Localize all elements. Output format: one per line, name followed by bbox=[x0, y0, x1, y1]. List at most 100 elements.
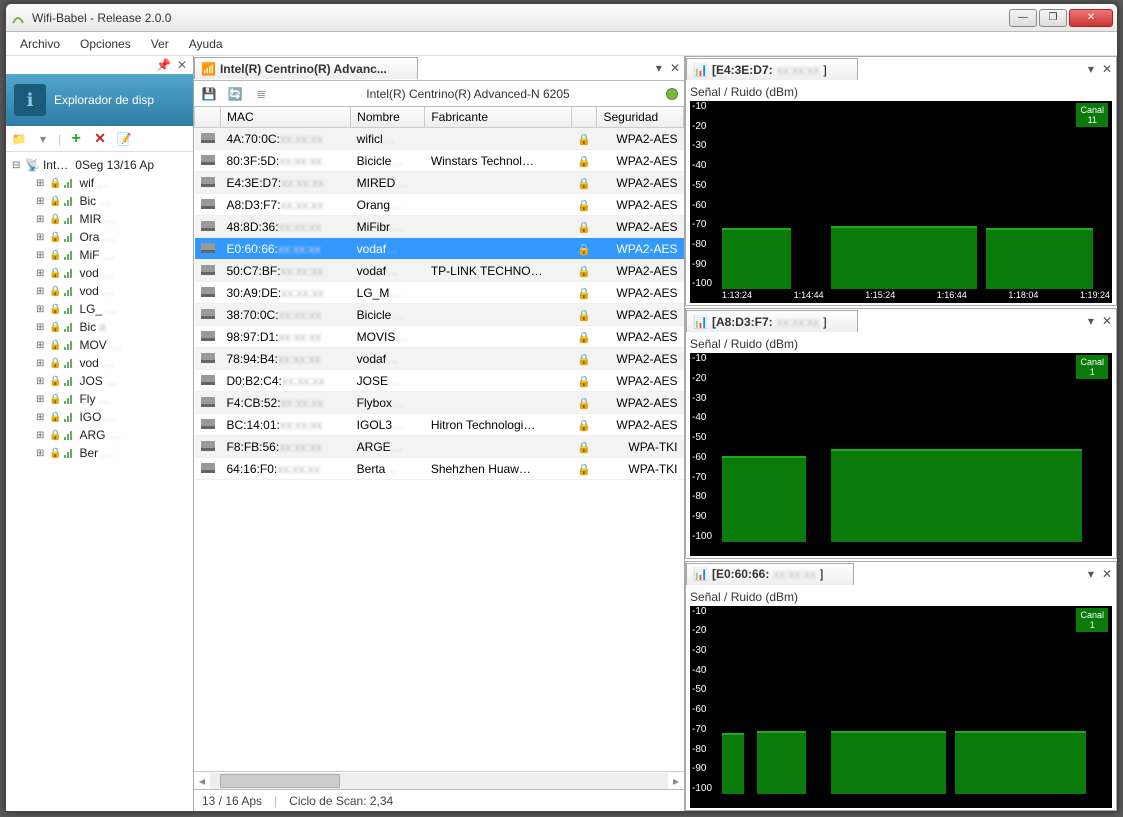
remove-button[interactable]: ✕ bbox=[91, 130, 109, 148]
folder-icon[interactable]: 📁 bbox=[10, 130, 28, 148]
tree-item[interactable]: ⊞🔒vod… bbox=[8, 282, 191, 300]
close-button[interactable]: ✕ bbox=[1069, 9, 1113, 27]
tree-item[interactable]: ⊞🔒MOV… bbox=[8, 336, 191, 354]
expand-icon[interactable]: ⊞ bbox=[36, 286, 46, 297]
table-row[interactable]: A8:D3:F7:xx:xx:xxOrang…🔒WPA2-AES bbox=[195, 194, 684, 216]
table-row[interactable]: 30:A9:DE:xx:xx:xxLG_M…🔒WPA2-AES bbox=[195, 282, 684, 304]
menu-opciones[interactable]: Opciones bbox=[72, 34, 139, 54]
tab-close-icon[interactable]: ✕ bbox=[1098, 567, 1116, 581]
minimize-button[interactable]: — bbox=[1009, 9, 1037, 27]
expand-icon[interactable]: ⊞ bbox=[36, 196, 46, 207]
expand-icon[interactable]: ⊞ bbox=[36, 340, 46, 351]
table-row[interactable]: 4A:70:0C:xx:xx:xxwificl…🔒WPA2-AES bbox=[195, 128, 684, 150]
tree-item[interactable]: ⊞🔒ARG… bbox=[8, 426, 191, 444]
table-row[interactable]: 80:3F:5D:xx:xx:xxBicicle…Winstars Techno… bbox=[195, 150, 684, 172]
expand-icon[interactable]: ⊞ bbox=[36, 394, 46, 405]
tree-root[interactable]: ⊟ 📡 Int… 0Seg 13/16 Ap bbox=[8, 156, 191, 174]
tree-item[interactable]: ⊞🔒vod… bbox=[8, 264, 191, 282]
expand-icon[interactable]: ⊞ bbox=[36, 178, 46, 189]
tab-close-icon[interactable]: ✕ bbox=[1098, 62, 1116, 76]
tab-dropdown-icon[interactable]: ▾ bbox=[652, 61, 666, 75]
tab-dropdown-icon[interactable]: ▾ bbox=[1084, 62, 1098, 76]
table-row[interactable]: D0:B2:C4:xx:xx:xxJOSE…🔒WPA2-AES bbox=[195, 370, 684, 392]
refresh-icon[interactable]: 🔄 bbox=[226, 85, 244, 103]
table-row[interactable]: 50:C7:BF:xx:xx:xxvodaf…TP-LINK TECHNO…🔒W… bbox=[195, 260, 684, 282]
tree-item[interactable]: ⊞🔒wif… bbox=[8, 174, 191, 192]
tree-item[interactable]: ⊞🔒vod… bbox=[8, 354, 191, 372]
tab-dropdown-icon[interactable]: ▾ bbox=[1084, 567, 1098, 581]
expand-icon[interactable]: ⊞ bbox=[36, 412, 46, 423]
menu-ver[interactable]: Ver bbox=[143, 34, 177, 54]
tree-item[interactable]: ⊞🔒Bic a bbox=[8, 318, 191, 336]
expand-icon[interactable]: ⊞ bbox=[36, 268, 46, 279]
titlebar[interactable]: Wifi-Babel - Release 2.0.0 — ❐ ✕ bbox=[6, 4, 1117, 32]
table-row[interactable]: 98:97:D1:xx:xx:xxMOVIS…🔒WPA2-AES bbox=[195, 326, 684, 348]
tree-item[interactable]: ⊞🔒JOS… bbox=[8, 372, 191, 390]
tree-item[interactable]: ⊞🔒LG_… bbox=[8, 300, 191, 318]
chart-area[interactable]: Canal11-10-20-30-40-50-60-70-80-90-1001:… bbox=[690, 101, 1112, 303]
expand-icon[interactable]: ⊞ bbox=[36, 376, 46, 387]
chart-tab[interactable]: 📊[E0:60:66:xx:xx:xx] bbox=[686, 563, 854, 585]
maximize-button[interactable]: ❐ bbox=[1039, 9, 1067, 27]
signal-icon bbox=[201, 419, 215, 429]
expand-icon[interactable]: ⊞ bbox=[36, 214, 46, 225]
table-row[interactable]: 64:16:F0:xx:xx:xxBerta…Shehzhen Huaw…🔒WP… bbox=[195, 458, 684, 480]
expand-icon[interactable]: ⊞ bbox=[36, 232, 46, 243]
table-row[interactable]: BC:14:01:xx:xx:xxIGOL3…Hitron Technologi… bbox=[195, 414, 684, 436]
col-nombre[interactable]: Nombre bbox=[351, 107, 425, 128]
edit-icon[interactable]: 📝 bbox=[115, 130, 133, 148]
table-row[interactable]: E0:60:66:xx:xx:xxvodaf…🔒WPA2-AES bbox=[195, 238, 684, 260]
chart-tab[interactable]: 📊[A8:D3:F7:xx:xx:xx] bbox=[686, 310, 858, 332]
tree-item[interactable]: ⊞🔒Bic… bbox=[8, 192, 191, 210]
dropdown-icon[interactable]: ▾ bbox=[34, 130, 52, 148]
lock-icon: 🔒 bbox=[577, 464, 591, 476]
chart-icon: 📊 bbox=[693, 567, 708, 581]
tree-item[interactable]: ⊞🔒IGO… bbox=[8, 408, 191, 426]
adapter-tab[interactable]: 📶 Intel(R) Centrino(R) Advanc... bbox=[194, 57, 418, 79]
chart-tab[interactable]: 📊[E4:3E:D7:xx:xx:xx] bbox=[686, 58, 858, 80]
table-row[interactable]: 78:94:B4:xx:xx:xxvodaf…🔒WPA2-AES bbox=[195, 348, 684, 370]
expand-icon[interactable]: ⊞ bbox=[36, 430, 46, 441]
expand-icon[interactable]: ⊞ bbox=[36, 358, 46, 369]
col-lock[interactable] bbox=[571, 107, 597, 128]
tree-item[interactable]: ⊞🔒Fly… bbox=[8, 390, 191, 408]
tab-close-icon[interactable]: ✕ bbox=[1098, 314, 1116, 328]
table-row[interactable]: 38:70:0C:xx:xx:xxBicicle…🔒WPA2-AES bbox=[195, 304, 684, 326]
expand-icon[interactable]: ⊞ bbox=[36, 448, 46, 459]
menu-archivo[interactable]: Archivo bbox=[12, 34, 68, 54]
add-button[interactable]: + bbox=[67, 130, 85, 148]
scrollbar-thumb[interactable] bbox=[220, 774, 340, 788]
table-row[interactable]: E4:3E:D7:xx:xx:xxMIRED…🔒WPA2-AES bbox=[195, 172, 684, 194]
table-row[interactable]: F8:FB:56:xx:xx:xxARGE…🔒WPA-TKI bbox=[195, 436, 684, 458]
tab-dropdown-icon[interactable]: ▾ bbox=[1084, 314, 1098, 328]
lock-icon: 🔒 bbox=[49, 196, 61, 207]
tree-item[interactable]: ⊞🔒MIR… bbox=[8, 210, 191, 228]
horizontal-scrollbar[interactable]: ◂ ▸ bbox=[194, 771, 684, 789]
expand-icon[interactable]: ⊞ bbox=[36, 322, 46, 333]
collapse-icon[interactable]: ⊟ bbox=[12, 160, 22, 171]
expand-icon[interactable]: ⊞ bbox=[36, 304, 46, 315]
table-row[interactable]: 48:8D:36:xx:xx:xxMiFibr…🔒WPA2-AES bbox=[195, 216, 684, 238]
list-icon[interactable]: ≣ bbox=[252, 85, 270, 103]
device-tree[interactable]: ⊟ 📡 Int… 0Seg 13/16 Ap ⊞🔒wif…⊞🔒Bic…⊞🔒MIR… bbox=[6, 152, 193, 811]
chart-area[interactable]: Canal1-10-20-30-40-50-60-70-80-90-100 bbox=[690, 353, 1112, 555]
save-icon[interactable]: 💾 bbox=[200, 85, 218, 103]
menu-ayuda[interactable]: Ayuda bbox=[181, 34, 231, 54]
col-mac[interactable]: MAC bbox=[221, 107, 351, 128]
tab-close-icon[interactable]: ✕ bbox=[666, 61, 684, 75]
signal-icon bbox=[64, 196, 76, 206]
col-icon[interactable] bbox=[195, 107, 221, 128]
tree-item[interactable]: ⊞🔒Ora… bbox=[8, 228, 191, 246]
col-seguridad[interactable]: Seguridad bbox=[597, 107, 684, 128]
chart-area[interactable]: Canal1-10-20-30-40-50-60-70-80-90-100 bbox=[690, 606, 1112, 808]
expand-icon[interactable]: ⊞ bbox=[36, 250, 46, 261]
sidebar-close-icon[interactable]: ✕ bbox=[177, 58, 187, 72]
ap-table[interactable]: MAC Nombre Fabricante Seguridad 4A:70:0C… bbox=[194, 106, 684, 771]
status-cycle: Ciclo de Scan: 2,34 bbox=[289, 794, 393, 808]
col-fabricante[interactable]: Fabricante bbox=[425, 107, 571, 128]
pin-icon[interactable]: 📌 bbox=[156, 58, 171, 72]
tree-item[interactable]: ⊞🔒Ber… bbox=[8, 444, 191, 462]
table-row[interactable]: F4:CB:52:xx:xx:xxFlybox…🔒WPA2-AES bbox=[195, 392, 684, 414]
tree-item[interactable]: ⊞🔒MiF… bbox=[8, 246, 191, 264]
signal-icon bbox=[64, 268, 76, 278]
